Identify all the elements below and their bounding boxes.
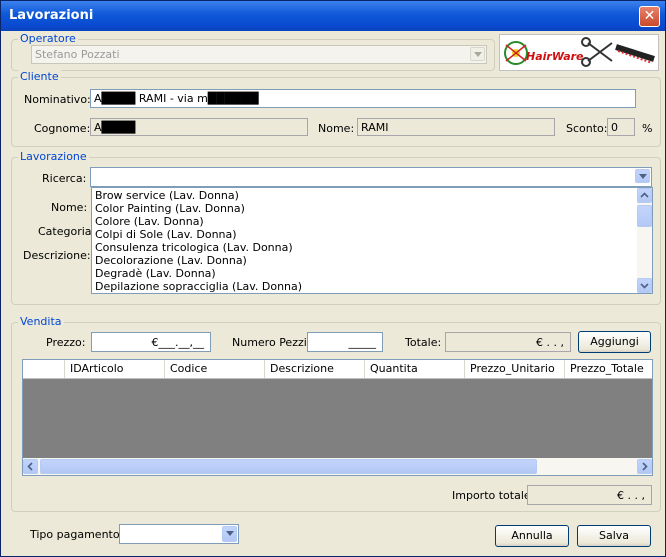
tipo-pagamento-select[interactable]	[119, 524, 239, 544]
operatore-legend: Operatore	[18, 32, 78, 45]
scroll-right-icon[interactable]	[637, 459, 652, 474]
nome-field: RAMI	[357, 118, 555, 136]
col-prezzo-totale[interactable]: Prezzo_Totale	[564, 360, 652, 378]
ricerca-label: Ricerca:	[42, 172, 87, 185]
cognome-label: Cognome:	[34, 122, 91, 135]
list-scrollbar[interactable]	[637, 188, 652, 293]
list-item[interactable]: Brow service (Lav. Donna)	[92, 189, 652, 202]
scroll-up-icon[interactable]	[637, 188, 652, 203]
logo-text: HairWare	[526, 50, 584, 63]
close-icon[interactable]: ✕	[639, 6, 660, 27]
nome-lav-label: Nome:	[51, 201, 88, 214]
list-item[interactable]: Degradè (Lav. Donna)	[92, 267, 652, 280]
cliente-group: Cliente	[11, 70, 661, 147]
operatore-value: Stefano Pozzati	[35, 48, 120, 61]
numero-pezzi-input[interactable]: _____	[307, 332, 383, 352]
nome-label: Nome:	[318, 122, 355, 135]
operatore-select[interactable]: Stefano Pozzati	[31, 45, 487, 64]
chevron-down-icon[interactable]	[635, 169, 650, 183]
cliente-legend: Cliente	[18, 70, 61, 83]
categoria-label: Categoria:	[38, 225, 96, 238]
cognome-field: A████	[90, 118, 308, 136]
importo-totale-field: € . . ,	[527, 485, 652, 505]
prezzo-label: Prezzo:	[46, 336, 86, 349]
list-item[interactable]: Decolorazione (Lav. Donna)	[92, 254, 652, 267]
window-title: Lavorazioni	[9, 8, 94, 23]
title-bar[interactable]: Lavorazioni ✕	[1, 1, 665, 31]
scroll-down-icon[interactable]	[637, 278, 652, 293]
scroll-left-icon[interactable]	[23, 459, 38, 474]
list-item[interactable]: Depilazione sopracciglia (Lav. Donna)	[92, 280, 652, 293]
lavorazioni-items: Brow service (Lav. Donna) Color Painting …	[92, 188, 652, 293]
col-prezzo-unitario[interactable]: Prezzo_Unitario	[464, 360, 564, 378]
scroll-thumb[interactable]	[637, 205, 652, 227]
col-descrizione[interactable]: Descrizione	[264, 360, 364, 378]
totale-label: Totale:	[405, 336, 442, 349]
col-codice[interactable]: Codice	[164, 360, 264, 378]
list-item[interactable]: Color Painting (Lav. Donna)	[92, 202, 652, 215]
articoli-grid[interactable]: IDArticolo Codice Descrizione Quantita P…	[22, 359, 653, 476]
grid-horizontal-scrollbar[interactable]	[23, 458, 652, 475]
list-item[interactable]: Colore (Lav. Donna)	[92, 215, 652, 228]
hscroll-thumb[interactable]	[40, 459, 537, 474]
row-header-corner	[23, 360, 64, 378]
annulla-button[interactable]: Annulla	[495, 525, 569, 547]
lavorazione-legend: Lavorazione	[18, 150, 89, 163]
ricerca-combobox[interactable]	[90, 167, 652, 187]
vendita-legend: Vendita	[18, 315, 64, 328]
nominativo-input[interactable]: A████ RAMI - via m██████	[90, 89, 636, 108]
grid-header: IDArticolo Codice Descrizione Quantita P…	[23, 360, 652, 379]
percent-label: %	[642, 122, 653, 135]
prezzo-input[interactable]: €___.__,__	[91, 332, 211, 352]
logo-graphic: HairWare	[504, 37, 655, 67]
list-item[interactable]: Colpi di Sole (Lav. Donna)	[92, 228, 652, 241]
salva-button[interactable]: Salva	[577, 525, 651, 547]
totale-field: € . . ,	[445, 332, 571, 352]
importo-totale-label: Importo totale:	[452, 489, 535, 502]
chevron-down-icon[interactable]	[470, 47, 485, 61]
col-quantita[interactable]: Quantita	[364, 360, 464, 378]
aggiungi-button[interactable]: Aggiungi	[578, 331, 651, 353]
sconto-field: 0	[607, 118, 635, 136]
lavorazioni-dropdown-list[interactable]: Brow service (Lav. Donna) Color Painting …	[91, 187, 653, 294]
chevron-down-icon[interactable]	[222, 526, 237, 542]
nominativo-label: Nominativo:	[24, 93, 91, 106]
sconto-label: Sconto:	[566, 122, 608, 135]
tipo-pagamento-label: Tipo pagamento:	[30, 528, 124, 541]
col-idarticolo[interactable]: IDArticolo	[64, 360, 164, 378]
hairware-logo: HairWare	[499, 34, 659, 71]
descrizione-label: Descrizione:	[23, 249, 91, 262]
list-item[interactable]: Consulenza tricologica (Lav. Donna)	[92, 241, 652, 254]
lavorazioni-window: Lavorazioni ✕ Operatore Stefano Pozzati …	[0, 0, 666, 557]
numero-pezzi-label: Numero Pezzi:	[232, 336, 311, 349]
